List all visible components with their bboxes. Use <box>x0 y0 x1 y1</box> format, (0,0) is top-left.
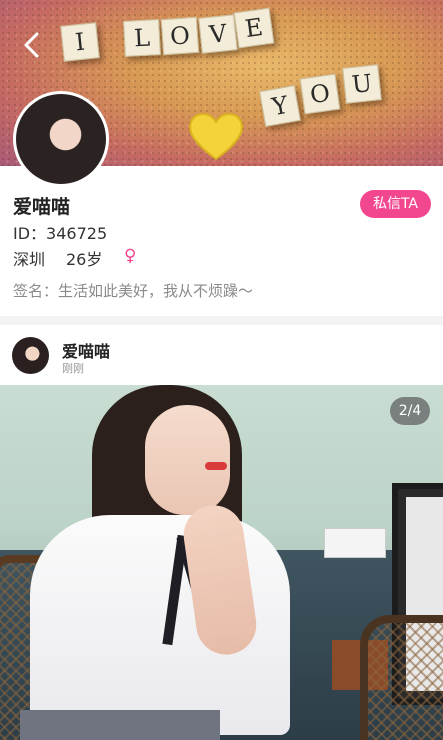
post-author-name[interactable]: 爱喵喵 <box>62 338 110 362</box>
photo-subject-face <box>145 405 230 515</box>
private-message-button[interactable]: 私信TA <box>360 190 431 218</box>
letter-tile: E <box>233 7 275 49</box>
photo-subject-lips <box>205 462 227 470</box>
letter-tile: L <box>123 19 161 57</box>
heart-icon <box>188 112 244 161</box>
image-page-indicator: 2/4 <box>390 397 430 425</box>
post-image[interactable] <box>0 385 443 740</box>
letter-tile: I <box>60 22 100 62</box>
profile-name: 爱喵喵 <box>13 196 71 218</box>
female-icon: ♀ <box>124 246 137 266</box>
user-signature: 签名：生活如此美好，我从不烦躁～ <box>13 282 254 300</box>
photo-chair-right <box>360 615 443 740</box>
avatar-photo <box>16 94 106 184</box>
post-timestamp: 刚刚 <box>62 362 84 375</box>
letter-tile: O <box>299 73 341 115</box>
letter-tile: O <box>160 16 200 56</box>
profile-avatar[interactable] <box>13 91 109 187</box>
letter-tile: V <box>198 14 238 54</box>
section-divider <box>0 316 443 325</box>
photo-subject-skirt <box>20 710 220 740</box>
letter-tile: U <box>342 64 382 104</box>
back-arrow-icon[interactable] <box>18 30 48 60</box>
photo-sign <box>324 528 386 558</box>
user-id: ID：346725 <box>13 224 108 243</box>
post-author-avatar[interactable] <box>12 337 49 374</box>
user-city: 深圳 <box>13 250 46 269</box>
letter-tile: Y <box>259 85 301 127</box>
user-age: 26岁 <box>66 250 103 269</box>
